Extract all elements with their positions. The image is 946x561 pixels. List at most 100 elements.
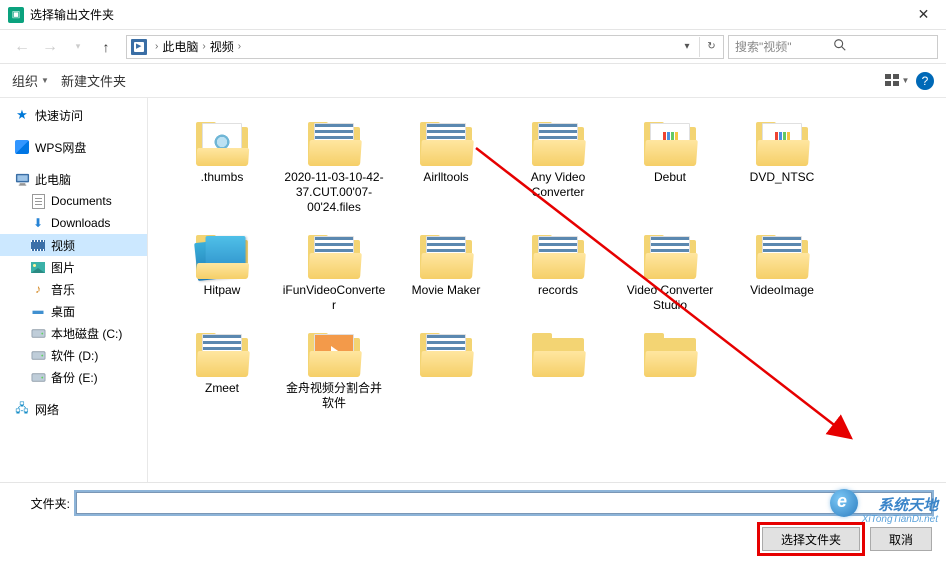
path-dropdown-button[interactable]: ▾ — [677, 37, 697, 57]
folder-label: 文件夹: — [14, 495, 70, 512]
sidebar-label: 桌面 — [51, 303, 75, 320]
sidebar-item-5[interactable]: 视频 — [0, 234, 147, 256]
bottom-panel: 文件夹: 选择文件夹 取消 — [0, 482, 946, 561]
view-mode-button[interactable]: ▼ — [884, 70, 910, 92]
folder-icon — [751, 227, 813, 279]
folder-label: DVD_NTSC — [750, 170, 815, 185]
folder-icon — [527, 114, 589, 166]
folder-label: records — [538, 283, 578, 298]
sidebar-label: 本地磁盘 (C:) — [51, 325, 122, 342]
folder-label: Debut — [654, 170, 686, 185]
sidebar-item-11[interactable]: 备份 (E:) — [0, 366, 147, 388]
breadcrumb-sep-icon: › — [202, 41, 205, 52]
sidebar-item-2[interactable]: 此电脑 — [0, 168, 147, 190]
folder-label: Movie Maker — [412, 283, 481, 298]
folder-item[interactable]: DVD_NTSC — [726, 110, 838, 215]
sidebar-item-0[interactable]: ★快速访问 — [0, 104, 147, 126]
folder-name-input[interactable] — [76, 492, 932, 514]
folder-item[interactable]: Debut — [614, 110, 726, 215]
breadcrumb-sep-icon: › — [238, 41, 241, 52]
nav-back-button[interactable]: ← — [8, 34, 36, 60]
search-input[interactable]: 搜索"视频" — [728, 35, 938, 59]
folder-label: Airlltools — [423, 170, 468, 185]
breadcrumb-item[interactable]: 视频 — [210, 38, 234, 55]
folder-item[interactable]: VideoImage — [726, 223, 838, 313]
sidebar-item-3[interactable]: Documents — [0, 190, 147, 212]
file-grid[interactable]: .thumbs 2020-11-03-10-42-37.CUT.00'07-00'… — [148, 98, 946, 482]
sidebar-label: 备份 (E:) — [51, 369, 98, 386]
sidebar-item-8[interactable]: ▬桌面 — [0, 300, 147, 322]
sidebar-label: 快速访问 — [35, 107, 83, 124]
folder-label: 金舟视频分割合并软件 — [282, 381, 386, 411]
sidebar-item-7[interactable]: ♪音乐 — [0, 278, 147, 300]
folder-item[interactable]: 2020-11-03-10-42-37.CUT.00'07-00'24.file… — [278, 110, 390, 215]
folder-item[interactable]: Movie Maker — [390, 223, 502, 313]
breadcrumb-item[interactable]: 此电脑 — [162, 38, 198, 55]
folder-item[interactable]: iFunVideoConverter — [278, 223, 390, 313]
main-area: ★快速访问 WPS网盘此电脑 Documents⬇Downloads 视频图片 ♪音乐▬… — [0, 98, 946, 482]
sidebar-label: 音乐 — [51, 281, 75, 298]
search-icon[interactable] — [833, 38, 931, 55]
folder-icon — [415, 325, 477, 377]
sidebar-item-10[interactable]: 软件 (D:) — [0, 344, 147, 366]
folder-label: Zmeet — [205, 381, 239, 396]
toolbar: 组织▼ 新建文件夹 ▼ ? — [0, 64, 946, 98]
folder-item[interactable] — [390, 321, 502, 411]
folder-icon — [191, 114, 253, 166]
folder-icon — [303, 325, 365, 377]
folder-icon — [639, 227, 701, 279]
folder-item[interactable]: Video Converter Studio — [614, 223, 726, 313]
nav-forward-button[interactable]: → — [36, 34, 64, 60]
folder-icon — [527, 325, 589, 377]
folder-item[interactable]: 金舟视频分割合并软件 — [278, 321, 390, 411]
sidebar-item-6[interactable]: 图片 — [0, 256, 147, 278]
organize-menu[interactable]: 组织▼ — [12, 71, 49, 90]
sidebar-item-12[interactable]: 🖧网络 — [0, 398, 147, 420]
search-placeholder: 搜索"视频" — [735, 38, 833, 55]
folder-icon — [527, 227, 589, 279]
nav-recent-button[interactable]: ▾ — [64, 34, 92, 60]
folder-icon — [639, 114, 701, 166]
app-icon: ▣ — [8, 7, 24, 23]
folder-icon — [303, 114, 365, 166]
nav-row: ← → ▾ ↑ › 此电脑 › 视频 › ▾ ↻ 搜索"视频" — [0, 30, 946, 64]
folder-item[interactable]: Hitpaw — [166, 223, 278, 313]
sidebar-label: 软件 (D:) — [51, 347, 98, 364]
select-folder-button[interactable]: 选择文件夹 — [762, 527, 860, 551]
video-library-icon — [131, 39, 147, 55]
breadcrumb-sep-icon: › — [155, 41, 158, 52]
close-button[interactable]: ✕ — [901, 0, 946, 30]
folder-label: Hitpaw — [204, 283, 241, 298]
folder-label: iFunVideoConverter — [282, 283, 386, 313]
chevron-down-icon: ▼ — [902, 76, 910, 85]
sidebar-label: 网络 — [35, 401, 59, 418]
folder-item[interactable]: Any Video Converter — [502, 110, 614, 215]
folder-item[interactable] — [502, 321, 614, 411]
folder-icon — [191, 227, 253, 279]
folder-icon — [415, 227, 477, 279]
folder-item[interactable]: .thumbs — [166, 110, 278, 215]
folder-icon — [415, 114, 477, 166]
folder-label: VideoImage — [750, 283, 814, 298]
sidebar-item-1[interactable]: WPS网盘 — [0, 136, 147, 158]
sidebar-label: 视频 — [51, 237, 75, 254]
help-button[interactable]: ? — [916, 72, 934, 90]
folder-label: Video Converter Studio — [618, 283, 722, 313]
chevron-down-icon: ▼ — [41, 76, 49, 85]
folder-item[interactable] — [614, 321, 726, 411]
sidebar-item-9[interactable]: 本地磁盘 (C:) — [0, 322, 147, 344]
sidebar: ★快速访问 WPS网盘此电脑 Documents⬇Downloads 视频图片 ♪音乐▬… — [0, 98, 148, 482]
breadcrumb-bar[interactable]: › 此电脑 › 视频 › ▾ ↻ — [126, 35, 724, 59]
refresh-button[interactable]: ↻ — [699, 37, 719, 57]
sidebar-item-4[interactable]: ⬇Downloads — [0, 212, 147, 234]
sidebar-label: 此电脑 — [35, 171, 71, 188]
folder-item[interactable]: records — [502, 223, 614, 313]
nav-up-button[interactable]: ↑ — [92, 34, 120, 60]
titlebar: ▣ 选择输出文件夹 ✕ — [0, 0, 946, 30]
folder-label: .thumbs — [201, 170, 244, 185]
folder-item[interactable]: Zmeet — [166, 321, 278, 411]
cancel-button[interactable]: 取消 — [870, 527, 932, 551]
sidebar-label: 图片 — [51, 259, 75, 276]
folder-item[interactable]: Airlltools — [390, 110, 502, 215]
new-folder-button[interactable]: 新建文件夹 — [61, 71, 126, 90]
